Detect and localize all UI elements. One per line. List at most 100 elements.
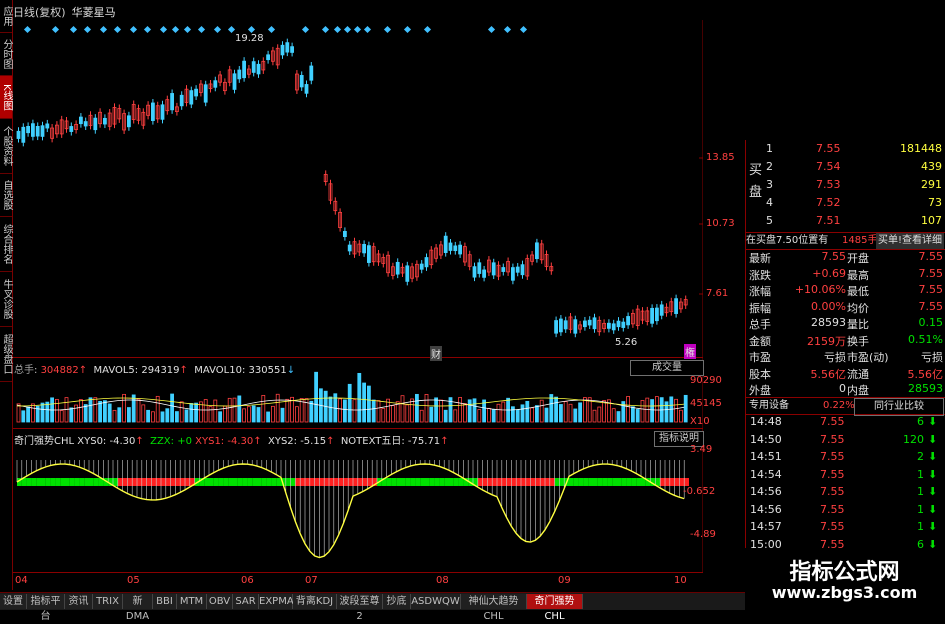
sector-compare-button[interactable]: 同行业比较: [854, 398, 944, 416]
bottom-tab[interactable]: 设置: [0, 594, 27, 609]
candle-body: [362, 243, 367, 254]
signal-diamond-icon: [519, 25, 528, 34]
volume-bar: [146, 409, 151, 423]
volume-bar: [602, 400, 606, 423]
order-volume: 107: [921, 214, 942, 227]
tick-price: 7.55: [820, 467, 845, 481]
tick-time: 14:48: [750, 415, 782, 428]
bottom-tab[interactable]: 神仙大趋势CHL: [461, 594, 527, 622]
signal-diamond-icon: [129, 25, 138, 34]
tick-row: 14:54 7.55 1 ⬇: [746, 468, 945, 485]
bottom-tab[interactable]: 奇门强势CHL: [527, 594, 583, 622]
quote-value-2: 7.55: [918, 266, 944, 280]
bottom-tab[interactable]: BBI: [153, 594, 177, 609]
order-detail-button[interactable]: 买单!查看详细: [876, 233, 945, 249]
indicator-band: [300, 478, 305, 486]
order-level: 5: [766, 214, 773, 227]
signal-diamond-icon: [321, 25, 330, 34]
chart-canvas[interactable]: [13, 20, 703, 586]
bottom-tab[interactable]: TRIX: [93, 594, 123, 609]
bottom-tab[interactable]: 波段至尊2: [337, 594, 383, 622]
x-tick-05: 05: [127, 575, 140, 586]
signal-diamond-icon: [69, 25, 78, 34]
left-tab-apps[interactable]: 应用: [0, 0, 12, 33]
volume-bar: [544, 407, 549, 423]
indicator-band: [530, 478, 536, 486]
left-tab-level2[interactable]: 超级盘口: [0, 327, 12, 382]
bottom-tab[interactable]: SAR: [233, 594, 259, 609]
candle-body: [299, 75, 304, 88]
volume-bar: [664, 401, 669, 423]
candle-body: [290, 46, 295, 53]
candle-body: [237, 69, 242, 80]
bottom-tab[interactable]: EXPMA: [259, 594, 294, 609]
left-tab-diagnosis[interactable]: 牛叉诊股: [0, 272, 12, 327]
quote-label: 市盈: [749, 351, 771, 364]
volume-bar: [218, 411, 223, 423]
order-book: 买盘 1 7.55 181448 2 7.54 439 3 7.53 291 4 7.…: [746, 140, 945, 233]
bottom-tab[interactable]: 背离KDJ: [293, 594, 337, 609]
order-status-qty: 1485手: [842, 235, 878, 246]
indicator-name: 奇门强势CHL: [14, 436, 75, 447]
signal-diamond-icon: [83, 25, 92, 34]
volume-bar: [55, 398, 59, 423]
indicator-band: [506, 478, 512, 486]
bottom-tab[interactable]: 指标平台: [27, 594, 65, 622]
left-tab-kline[interactable]: K线图: [0, 76, 12, 119]
bottom-tab[interactable]: 资讯: [65, 594, 93, 609]
kline-chart[interactable]: 13.85 10.73 7.61 19.28 5.26 财 権 总手: 3048…: [13, 20, 735, 586]
left-tab-profile[interactable]: 个股资料: [0, 119, 12, 174]
volume-bar: [510, 406, 515, 423]
price-tick-1: 13.85: [706, 152, 735, 163]
down-arrow-icon: ⬇: [928, 432, 938, 446]
xys0-value: XYS0: -4.30: [77, 436, 136, 447]
signal-diamond-icon: [403, 25, 412, 34]
bottom-tab[interactable]: 新DMA: [123, 594, 153, 622]
volume-bar: [535, 405, 539, 423]
volume-bar: [59, 410, 64, 423]
period-label[interactable]: 日线(复权): [13, 6, 66, 19]
volume-bar: [136, 398, 141, 423]
candle-body: [655, 307, 659, 322]
candle-body: [256, 63, 261, 75]
signal-diamond-icon: [383, 25, 392, 34]
indicator-band: [261, 478, 267, 486]
bottom-tab[interactable]: OBV: [207, 594, 233, 609]
bottom-tab[interactable]: ASDWQW: [411, 594, 461, 609]
indicator-band: [271, 478, 277, 486]
indicator-band: [353, 478, 358, 486]
tick-row: 14:50 7.55 120 ⬇: [746, 433, 945, 450]
rights-marker[interactable]: 権: [684, 344, 696, 359]
sector-pct: 0.22%: [823, 400, 855, 411]
high-price-label: 19.28: [235, 33, 264, 44]
volume-bar: [539, 399, 544, 423]
volume-bar: [390, 405, 395, 423]
bottom-tab[interactable]: MTM: [177, 594, 207, 609]
price-tick-2: 10.73: [706, 218, 735, 229]
x-tick-10: 10: [674, 575, 687, 586]
left-tab-timeshare[interactable]: 分时图: [0, 33, 12, 76]
finance-marker[interactable]: 财: [430, 346, 442, 361]
volume-bar: [203, 399, 208, 423]
ind-tick-3: -4.89: [690, 529, 716, 540]
volume-bar: [679, 409, 683, 423]
order-level: 1: [766, 142, 773, 155]
volume-bar: [122, 393, 126, 423]
volume-bar: [467, 399, 472, 423]
indicator-band: [324, 478, 329, 486]
indicator-band: [617, 478, 622, 486]
indicator-band: [242, 478, 248, 486]
tick-list[interactable]: 14:48 7.55 6 ⬇ 14:50 7.55 120 ⬇ 14:51 7.55…: [746, 415, 945, 555]
candle-body: [213, 80, 218, 88]
indicator-band: [425, 478, 430, 486]
candle-body: [16, 130, 21, 139]
volume-dropdown[interactable]: 成交量: [630, 360, 704, 376]
bottom-tab[interactable]: 抄底: [383, 594, 411, 609]
left-tab-ranking[interactable]: 综合排名: [0, 217, 12, 272]
left-tab-watchlist[interactable]: 自选股: [0, 174, 12, 217]
quote-row: 金额 2159万 换手 0.51%: [746, 333, 945, 350]
indicator-band: [146, 478, 152, 486]
sector-name[interactable]: 专用设备: [749, 398, 789, 414]
quote-row: 涨幅 +10.06% 最低 7.55: [746, 283, 945, 300]
candle-body: [573, 319, 578, 334]
